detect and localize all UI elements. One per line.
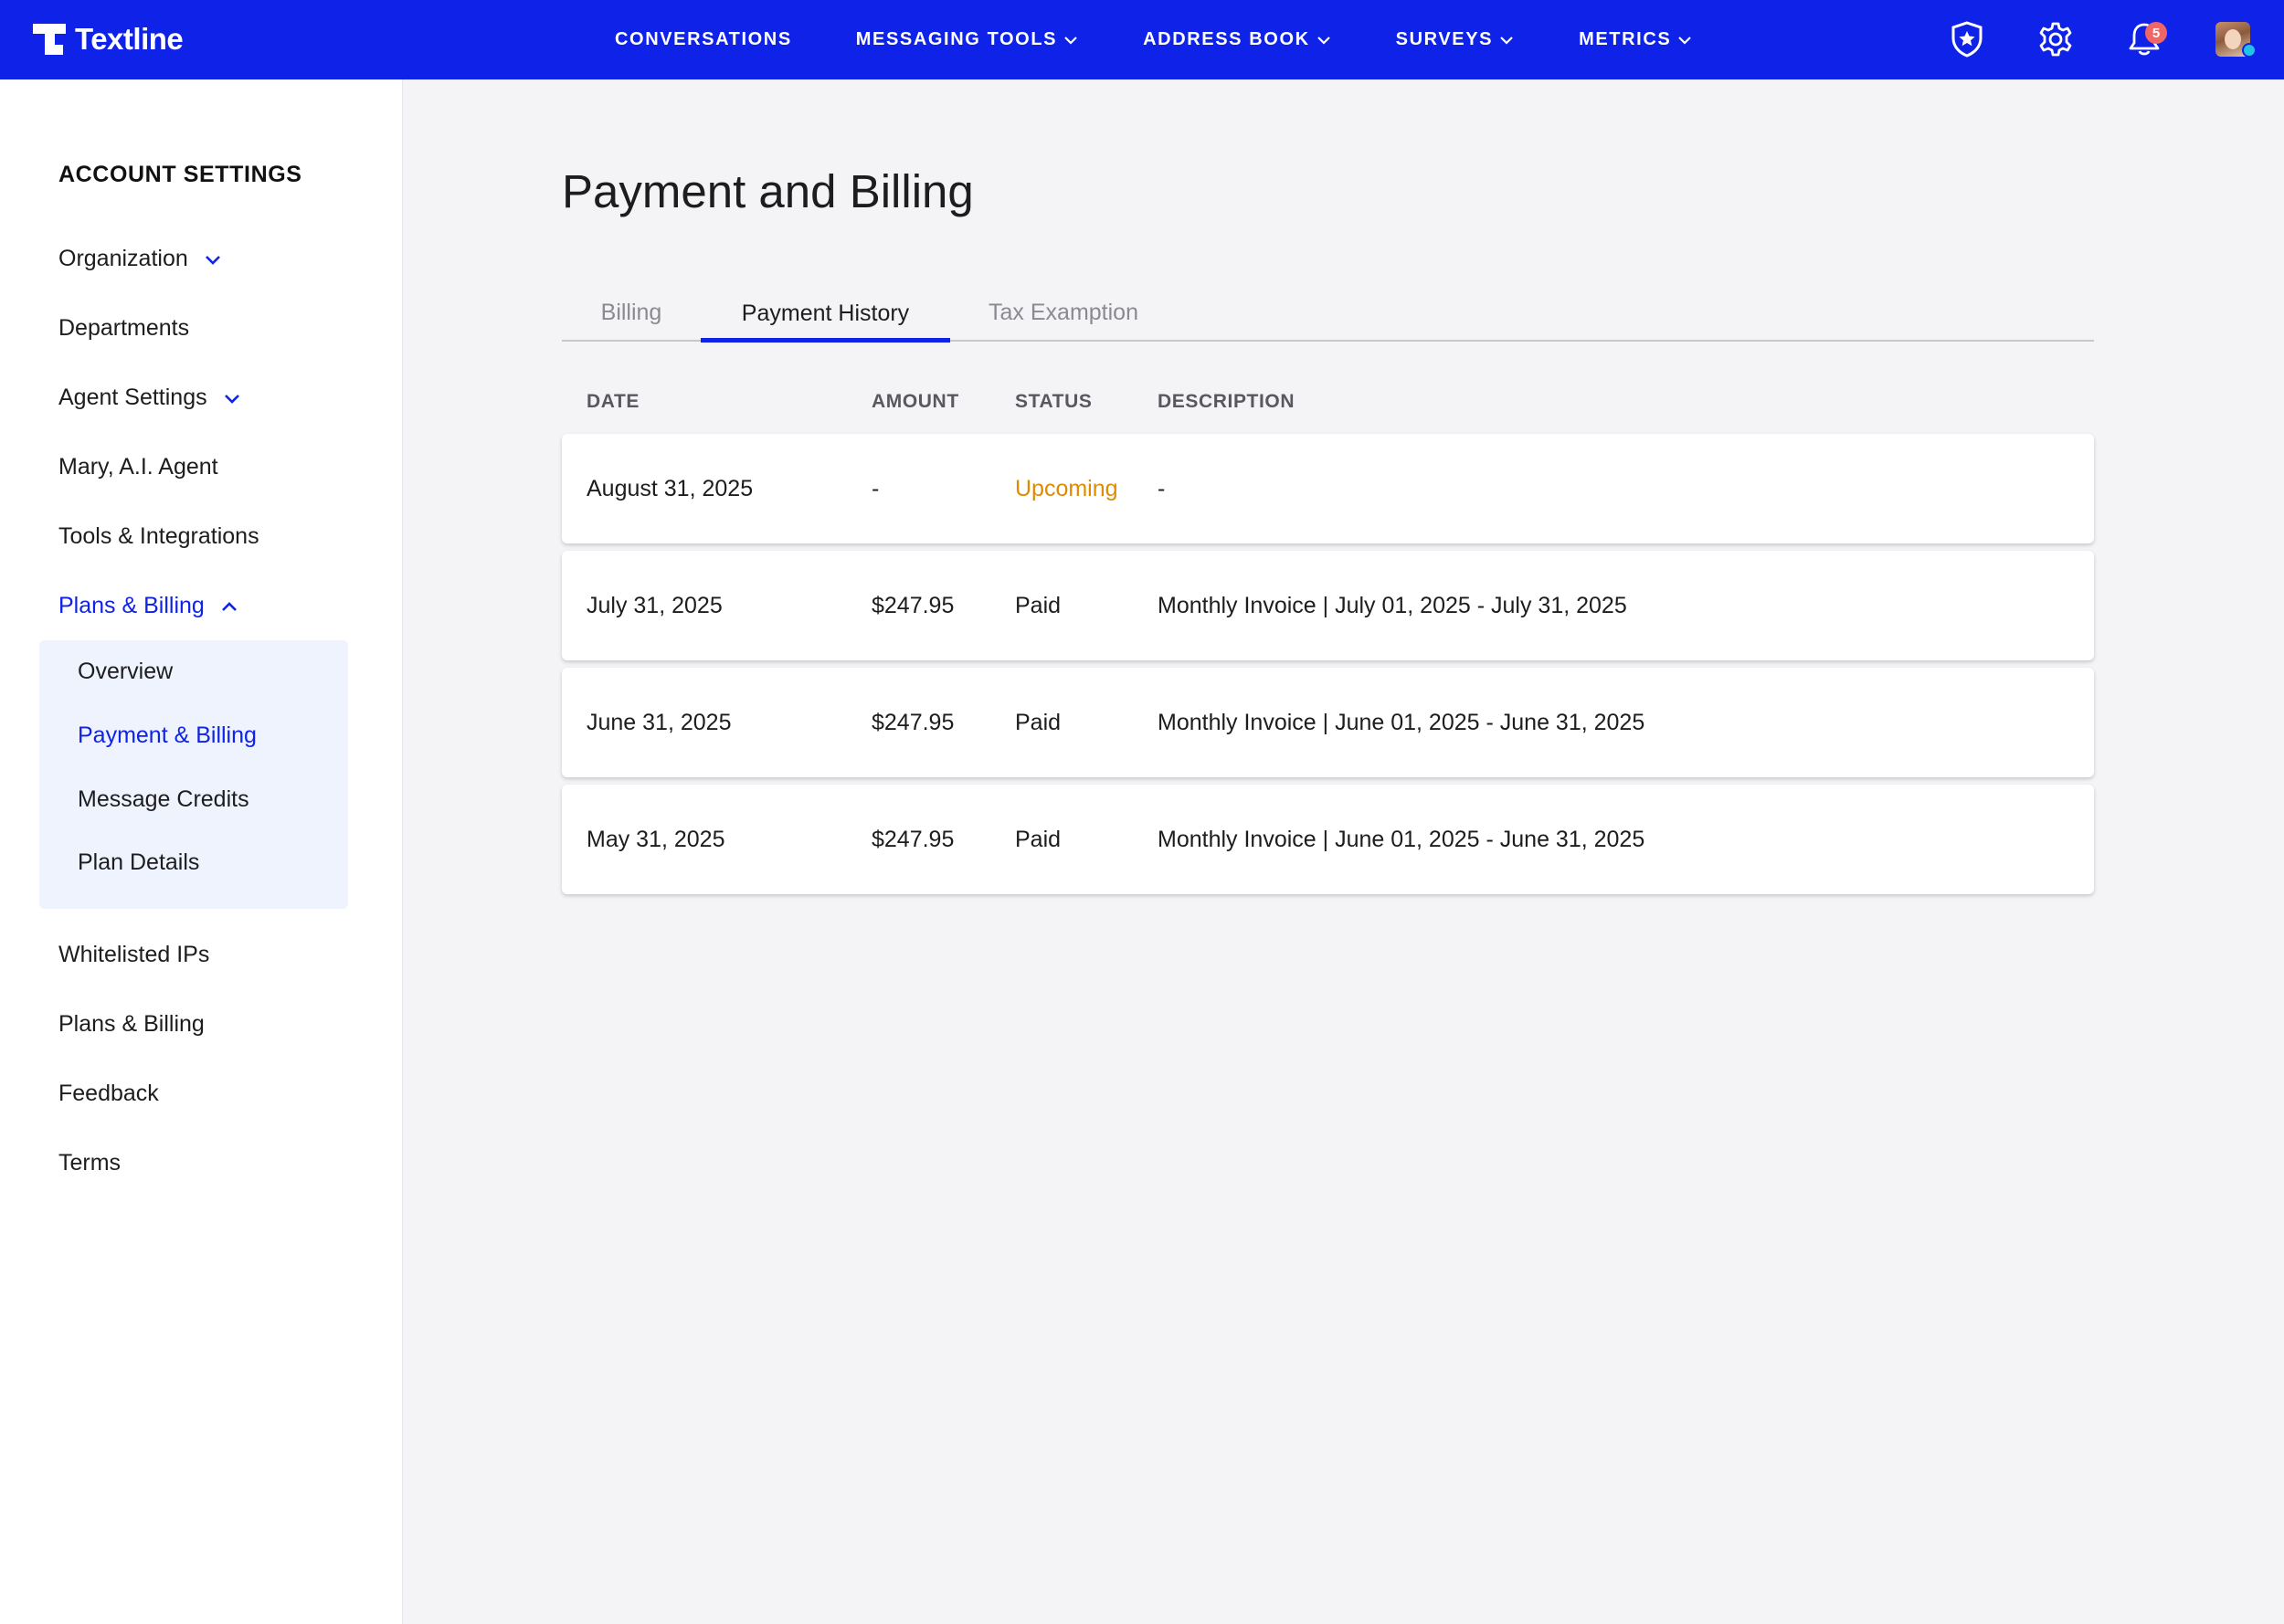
row-amount: $247.95 (872, 709, 955, 735)
avatar-face (2225, 29, 2241, 49)
chevron-down-icon (205, 255, 220, 265)
sidebar-item-organization[interactable]: Organization (58, 246, 223, 272)
gear-icon[interactable] (2036, 19, 2076, 59)
online-status-dot (2242, 43, 2257, 58)
chevron-down-icon (1500, 36, 1513, 45)
sidebar-item-label: Organization (58, 246, 188, 271)
sidebar-item-label: Plans & Billing (58, 593, 205, 618)
row-date: July 31, 2025 (587, 592, 723, 618)
chevron-down-icon (224, 394, 239, 404)
row-amount: $247.95 (872, 826, 955, 852)
nav-surveys-label: SURVEYS (1395, 29, 1494, 49)
row-description: Monthly Invoice | July 01, 2025 - July 3… (1158, 592, 1627, 618)
top-navigation-bar: Textline CONVERSATIONS MESSAGING TOOLS A… (0, 0, 2284, 79)
sidebar-item-departments[interactable]: Departments (58, 315, 189, 342)
submenu-item-overview[interactable]: Overview (78, 659, 173, 685)
nav-address-book[interactable]: ADDRESS BOOK (1143, 29, 1332, 50)
nav-metrics-label: METRICS (1579, 29, 1672, 49)
nav-messaging-tools-label: MESSAGING TOOLS (855, 29, 1058, 49)
billing-tabs: Billing Payment History Tax Examption (562, 285, 2094, 343)
textline-logo[interactable]: Textline (31, 20, 184, 58)
sidebar-title: ACCOUNT SETTINGS (58, 162, 302, 187)
tab-payment-history[interactable]: Payment History (701, 285, 950, 343)
row-description: Monthly Invoice | June 01, 2025 - June 3… (1158, 709, 1645, 735)
sidebar-item-terms[interactable]: Terms (58, 1150, 121, 1176)
chevron-down-icon (1678, 36, 1692, 45)
column-header-amount: AMOUNT (872, 391, 959, 412)
row-amount: $247.95 (872, 592, 955, 618)
chevron-down-icon (1316, 36, 1330, 45)
row-date: August 31, 2025 (587, 475, 754, 501)
nav-messaging-tools[interactable]: MESSAGING TOOLS (856, 29, 1079, 50)
submenu-item-message-credits[interactable]: Message Credits (78, 786, 249, 813)
row-status: Paid (1015, 592, 1062, 618)
row-amount: - (872, 475, 880, 501)
sidebar-item-whitelisted-ips[interactable]: Whitelisted IPs (58, 942, 209, 968)
sidebar-item-ai-agent[interactable]: Mary, A.I. Agent (58, 454, 218, 480)
sidebar-item-label: Terms (58, 1150, 122, 1176)
sidebar-item-label: Mary, A.I. Agent (58, 454, 218, 480)
chevron-up-icon (221, 601, 237, 611)
table-row[interactable]: August 31, 2025 - Upcoming - (562, 434, 2094, 543)
row-status: Paid (1015, 826, 1062, 852)
sidebar-item-label: Feedback (58, 1081, 159, 1106)
row-description: Monthly Invoice | June 01, 2025 - June 3… (1158, 826, 1645, 852)
submenu-item-payment-billing[interactable]: Payment & Billing (78, 722, 257, 749)
plans-billing-submenu: Overview Payment & Billing Message Credi… (39, 640, 348, 909)
brand-name: Textline (75, 22, 184, 56)
notification-badge: 5 (2145, 22, 2167, 44)
sidebar-item-label: Tools & Integrations (58, 523, 259, 549)
sidebar-item-feedback[interactable]: Feedback (58, 1081, 159, 1107)
nav-address-book-label: ADDRESS BOOK (1143, 29, 1310, 49)
settings-sidebar: ACCOUNT SETTINGS Organization Department… (0, 79, 403, 1624)
sidebar-item-agent-settings[interactable]: Agent Settings (58, 385, 242, 411)
textline-logo-icon (33, 24, 66, 55)
row-status: Upcoming (1015, 475, 1118, 501)
table-row[interactable]: July 31, 2025 $247.95 Paid Monthly Invoi… (562, 551, 2094, 660)
table-row[interactable]: May 31, 2025 $247.95 Paid Monthly Invoic… (562, 785, 2094, 894)
nav-surveys[interactable]: SURVEYS (1396, 29, 1515, 50)
sidebar-item-tools-integrations[interactable]: Tools & Integrations (58, 523, 259, 550)
row-date: June 31, 2025 (587, 709, 732, 735)
column-header-date: DATE (587, 391, 640, 412)
shield-star-icon[interactable] (1947, 19, 1987, 59)
main-nav: CONVERSATIONS MESSAGING TOOLS ADDRESS BO… (615, 0, 1757, 79)
sidebar-item-label: Whitelisted IPs (58, 942, 210, 967)
nav-metrics[interactable]: METRICS (1579, 29, 1693, 50)
table-row[interactable]: June 31, 2025 $247.95 Paid Monthly Invoi… (562, 668, 2094, 777)
chevron-down-icon (1064, 36, 1077, 45)
row-status: Paid (1015, 709, 1062, 735)
nav-conversations[interactable]: CONVERSATIONS (615, 29, 792, 50)
sidebar-item-label: Agent Settings (58, 385, 207, 410)
sidebar-item-plans-billing-2[interactable]: Plans & Billing (58, 1011, 205, 1038)
page-title: Payment and Billing (562, 165, 974, 217)
column-header-description: DESCRIPTION (1158, 391, 1295, 412)
sidebar-item-label: Plans & Billing (58, 1011, 205, 1037)
tab-tax-examption[interactable]: Tax Examption (950, 285, 1177, 340)
submenu-item-plan-details[interactable]: Plan Details (78, 849, 199, 876)
row-date: May 31, 2025 (587, 826, 725, 852)
sidebar-item-plans-billing[interactable]: Plans & Billing (58, 593, 239, 619)
row-description: - (1158, 475, 1166, 501)
nav-conversations-label: CONVERSATIONS (615, 29, 792, 49)
tab-billing[interactable]: Billing (562, 285, 701, 340)
sidebar-item-label: Departments (58, 315, 190, 341)
column-header-status: STATUS (1015, 391, 1093, 412)
